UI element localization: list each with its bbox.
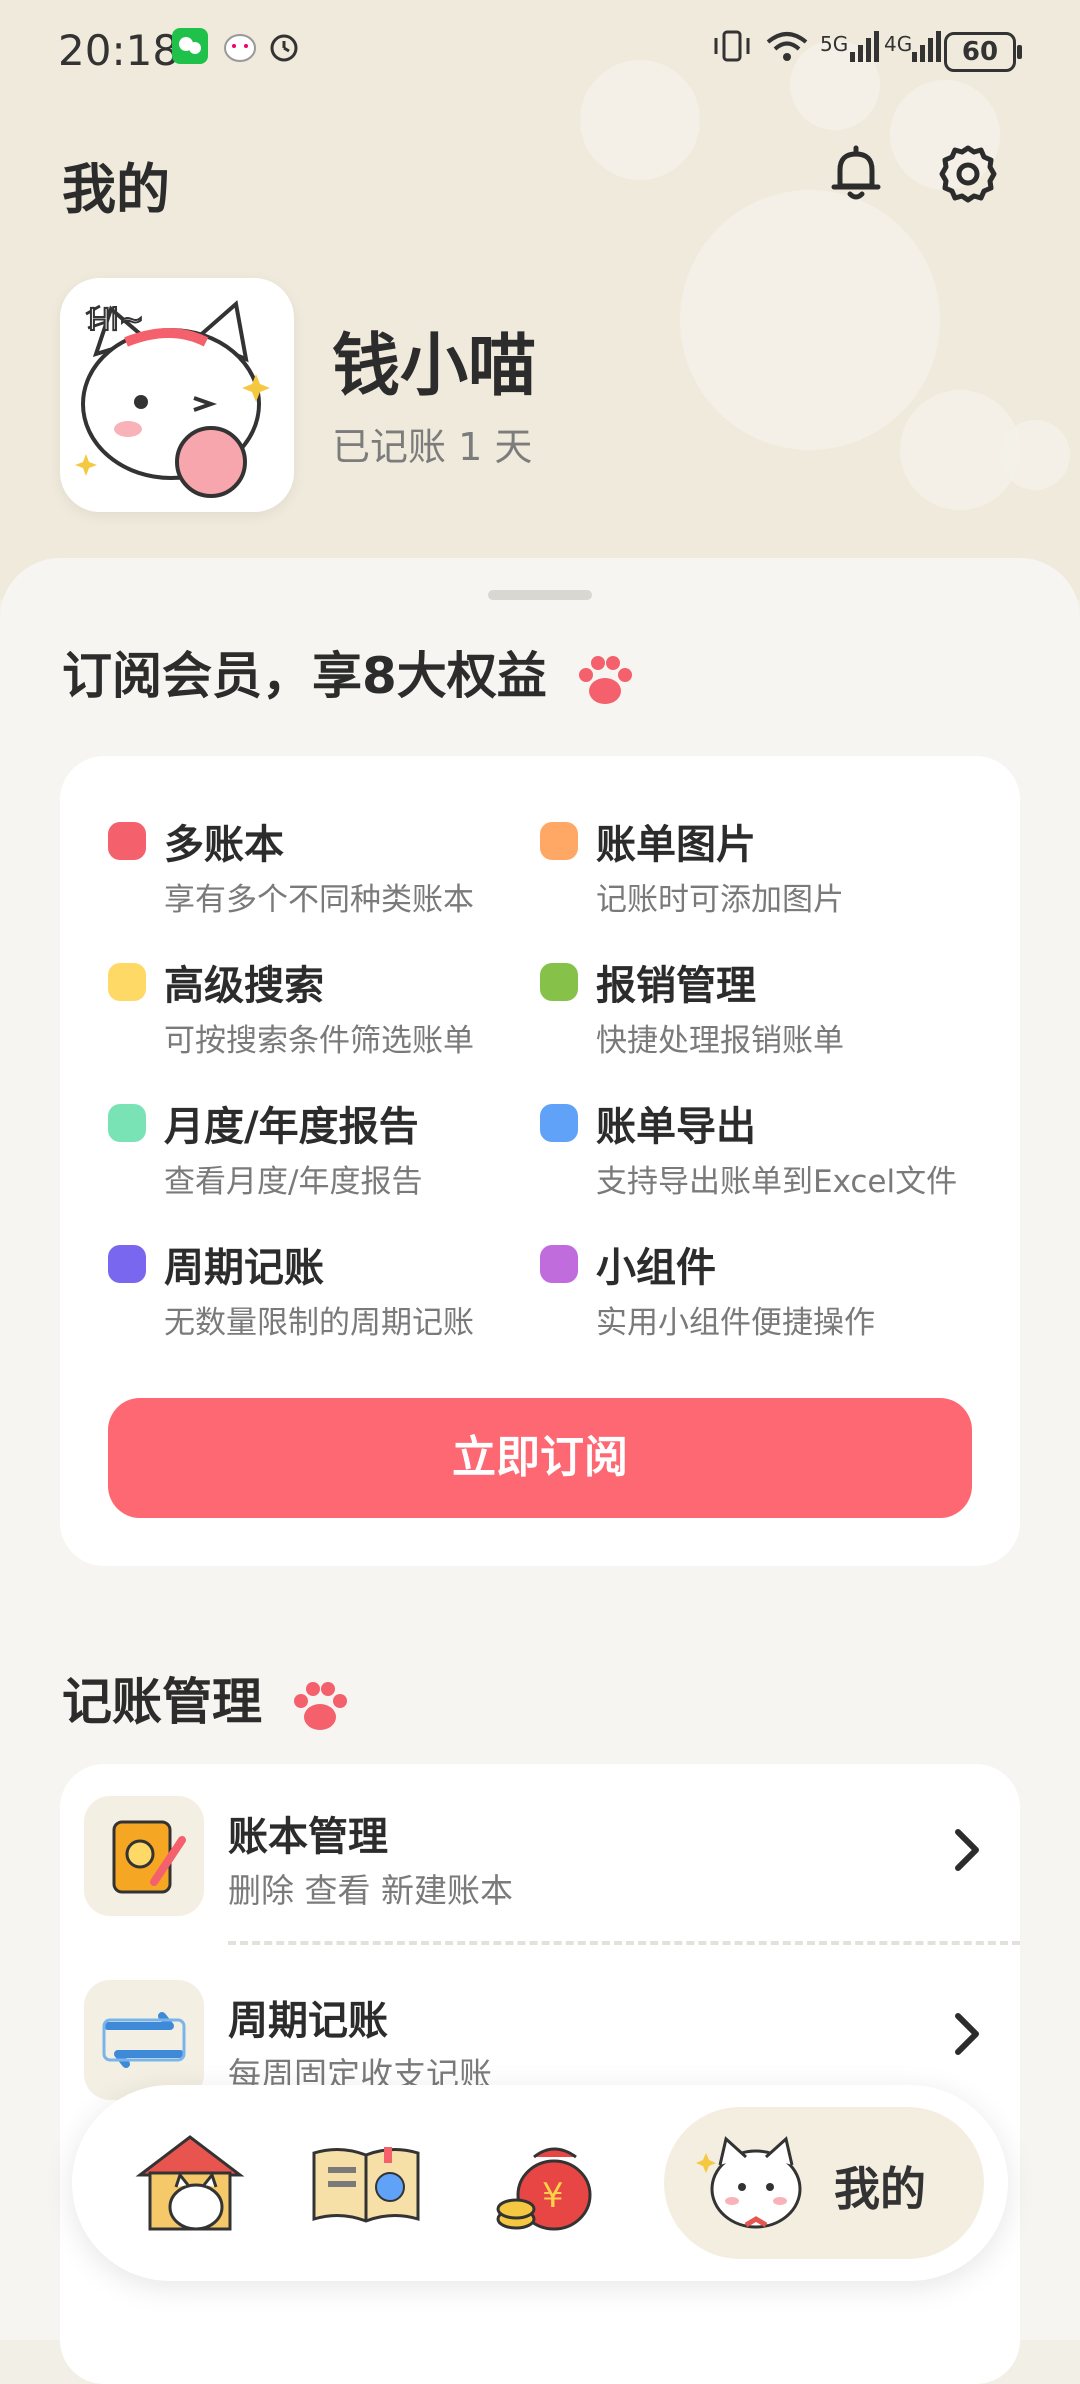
wechat-icon xyxy=(172,28,208,73)
cat-avatar-icon: Hi~ xyxy=(66,284,288,506)
benefit-dot xyxy=(540,822,578,860)
ledger-management-row[interactable]: 账本管理 删除 查看 新建账本 xyxy=(60,1764,1020,1944)
status-time: 20:18 xyxy=(58,26,180,75)
alarm-icon xyxy=(266,28,302,73)
cycle-icon xyxy=(84,1980,204,2100)
gear-icon[interactable] xyxy=(936,142,1000,206)
benefit-desc: 无数量限制的周期记账 xyxy=(164,1305,474,1341)
chevron-right-icon xyxy=(955,2013,979,2055)
home-icon xyxy=(135,2135,245,2231)
svg-text:Hi~: Hi~ xyxy=(88,303,144,338)
ledger-icon xyxy=(84,1796,204,1916)
nav-assets[interactable]: ¥ xyxy=(486,2123,606,2243)
nav-book[interactable] xyxy=(306,2123,426,2243)
row-title: 周期记账 xyxy=(228,1998,388,2044)
management-title-text: 记账管理 xyxy=(62,1673,262,1731)
benefit-title: 账单图片 xyxy=(596,822,756,868)
benefit-desc: 支持导出账单到Excel文件 xyxy=(596,1164,958,1200)
benefit-title: 月度/年度报告 xyxy=(164,1104,419,1150)
benefit-dot xyxy=(540,963,578,1001)
money-bag-icon: ¥ xyxy=(496,2147,592,2231)
benefit-dot xyxy=(108,963,146,1001)
sheet-handle[interactable] xyxy=(488,590,592,600)
status-bar: 20:18 5G 4G 60 xyxy=(0,0,1080,100)
benefit-desc: 实用小组件便捷操作 xyxy=(596,1305,875,1341)
benefit-dot xyxy=(540,1245,578,1283)
management-card: 账本管理 删除 查看 新建账本 周期记账 每周固定收支记账 xyxy=(60,1764,1020,2384)
benefit-desc: 快捷处理报销账单 xyxy=(596,1023,844,1059)
bottom-nav: ¥ 我的 xyxy=(72,2085,1008,2281)
benefit-title: 账单导出 xyxy=(596,1104,756,1150)
paw-icon xyxy=(294,1681,348,1730)
benefit-desc: 可按搜索条件筛选账单 xyxy=(164,1023,474,1059)
subscription-title: 订阅会员，享8大权益 xyxy=(62,636,634,708)
benefit-dot xyxy=(108,1245,146,1283)
benefit-dot xyxy=(540,1104,578,1142)
book-icon xyxy=(312,2147,420,2223)
nav-mine-label: 我的 xyxy=(834,2162,926,2216)
avatar[interactable]: Hi~ xyxy=(60,278,294,512)
signal-5g-label: 5G xyxy=(820,32,849,56)
wifi-icon xyxy=(764,28,810,73)
cat-app-icon xyxy=(220,28,260,73)
benefit-title: 小组件 xyxy=(596,1245,716,1291)
paw-icon xyxy=(579,655,633,704)
benefit-title: 多账本 xyxy=(164,822,284,868)
management-title: 记账管理 xyxy=(62,1662,349,1734)
benefit-dot xyxy=(108,1104,146,1142)
username: 钱小喵 xyxy=(332,327,537,406)
signal-icon xyxy=(850,28,880,73)
row-desc: 删除 查看 新建账本 xyxy=(228,1871,513,1910)
benefit-title: 高级搜索 xyxy=(164,963,324,1009)
benefit-desc: 查看月度/年度报告 xyxy=(164,1164,423,1200)
bookkeeping-days: 已记账 1 天 xyxy=(332,425,533,469)
subscription-title-text: 订阅会员，享8大权益 xyxy=(62,647,547,705)
benefits-card: 多账本 享有多个不同种类账本 账单图片 记账时可添加图片 高级搜索 可按搜索条件… xyxy=(60,756,1020,1566)
benefit-title: 周期记账 xyxy=(164,1245,324,1291)
vibrate-icon xyxy=(712,28,752,73)
bell-icon[interactable] xyxy=(824,142,888,206)
benefit-title: 报销管理 xyxy=(596,963,756,1009)
svg-text:¥: ¥ xyxy=(542,2176,564,2216)
nav-mine[interactable]: 我的 xyxy=(664,2107,984,2259)
cat-mine-icon xyxy=(696,2136,802,2229)
battery-indicator: 60 xyxy=(944,32,1022,72)
divider xyxy=(228,1941,1020,1945)
signal-4g-label: 4G xyxy=(884,32,913,56)
benefit-desc: 享有多个不同种类账本 xyxy=(164,882,474,918)
subscribe-button[interactable]: 立即订阅 xyxy=(108,1398,972,1518)
chevron-right-icon xyxy=(955,1829,979,1871)
signal-icon-2 xyxy=(912,28,942,73)
row-title: 账本管理 xyxy=(228,1814,388,1860)
benefit-desc: 记账时可添加图片 xyxy=(596,882,844,918)
nav-home[interactable] xyxy=(130,2123,250,2243)
benefit-dot xyxy=(108,822,146,860)
page-title: 我的 xyxy=(62,158,170,221)
